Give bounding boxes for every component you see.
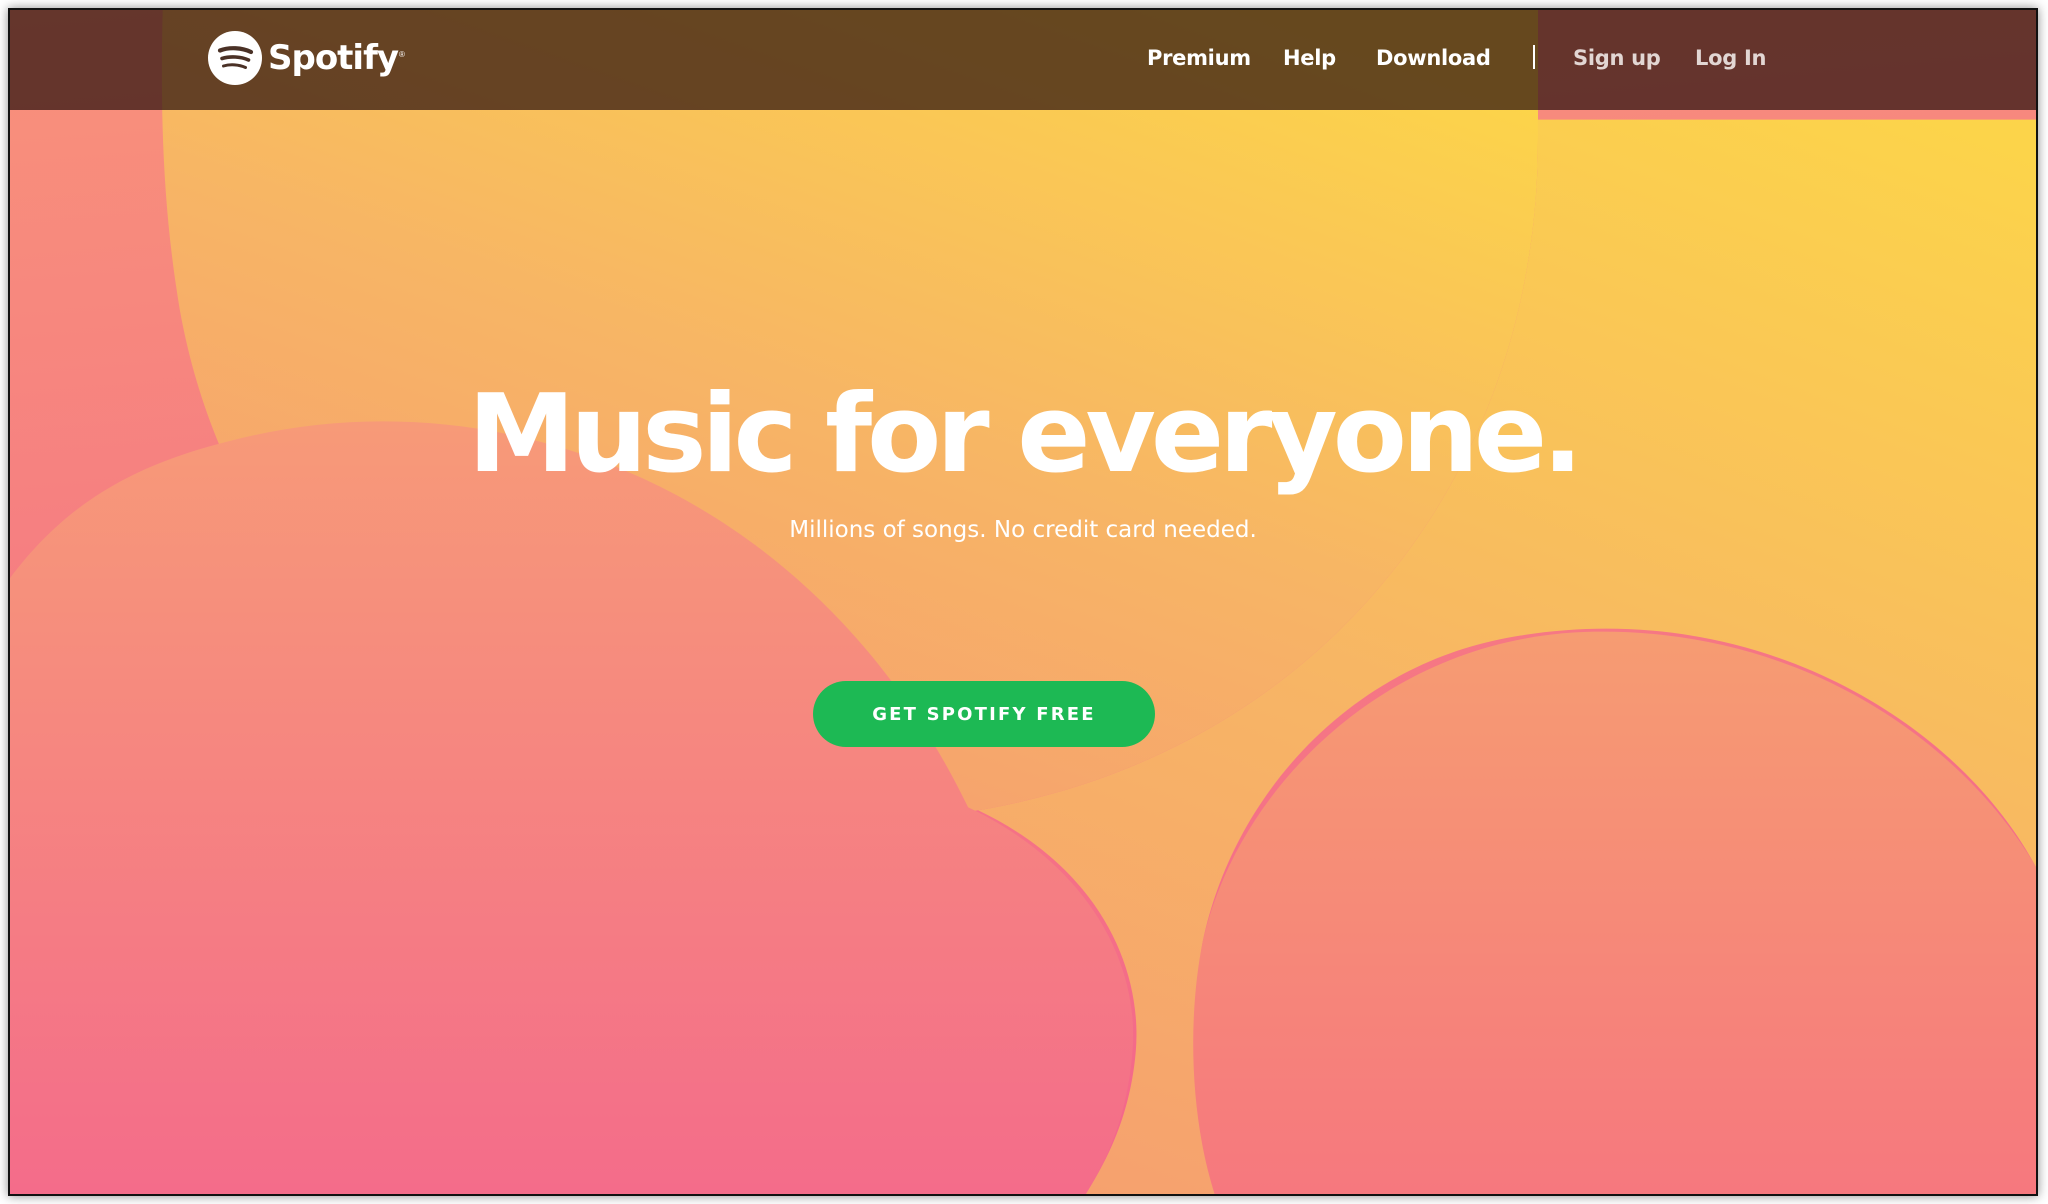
registered-mark: ®: [399, 49, 405, 59]
nav-signup-link[interactable]: Sign up: [1573, 40, 1661, 76]
hero-title: Music for everyone.: [467, 372, 1583, 497]
nav-login-link[interactable]: Log In: [1695, 40, 1766, 76]
nav-help-link[interactable]: Help: [1283, 40, 1336, 76]
hero-subtitle: Millions of songs. No credit card needed…: [789, 517, 1257, 543]
nav-premium-link[interactable]: Premium: [1147, 40, 1251, 76]
hero-background: [10, 10, 2036, 1194]
spotify-logo-icon: [208, 31, 262, 85]
brand-name: Spotify: [268, 38, 399, 78]
top-navigation: Spotify ® Premium Help Download Sign up …: [10, 10, 2036, 110]
browser-viewport: Spotify ® Premium Help Download Sign up …: [8, 8, 2038, 1196]
nav-download-link[interactable]: Download: [1376, 40, 1491, 76]
get-spotify-free-button[interactable]: GET SPOTIFY FREE: [813, 681, 1155, 747]
nav-divider: [1533, 45, 1535, 69]
spotify-logo[interactable]: Spotify ®: [208, 30, 405, 86]
